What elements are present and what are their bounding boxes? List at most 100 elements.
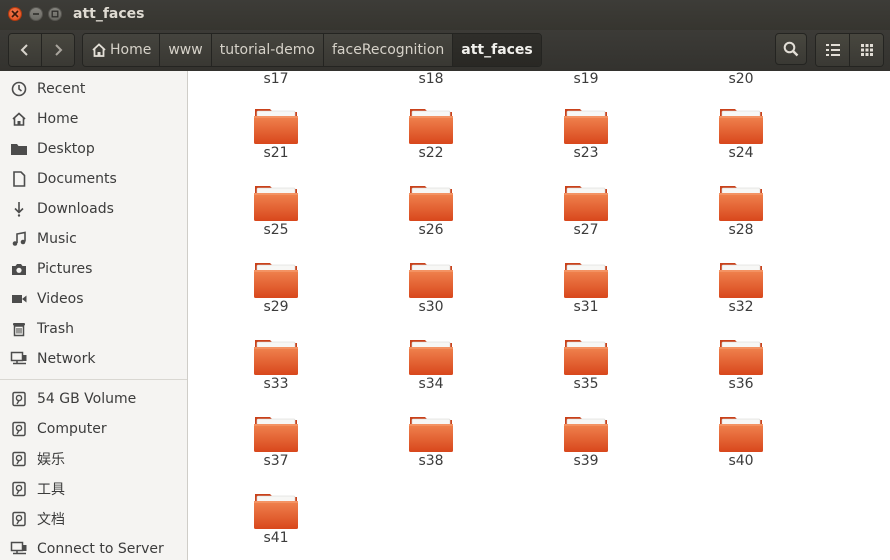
folder-item[interactable]: s21: [221, 105, 331, 180]
folder-item[interactable]: s32: [686, 259, 796, 334]
breadcrumb-tutorial-demo[interactable]: tutorial-demo: [210, 34, 323, 66]
folder-icon: [253, 336, 299, 376]
folder-item[interactable]: s39: [531, 413, 641, 488]
list-view-button[interactable]: [816, 34, 849, 66]
forward-button[interactable]: [41, 34, 74, 66]
folder-item[interactable]: s29: [221, 259, 331, 334]
breadcrumb-home[interactable]: Home: [83, 34, 160, 66]
minimize-window-button[interactable]: [29, 7, 43, 21]
sidebar-item-label: 文档: [37, 512, 65, 528]
document-icon: [10, 170, 28, 188]
folder-label-partial[interactable]: s20: [686, 71, 796, 87]
folder-item[interactable]: s41: [221, 490, 331, 560]
folder-label: s40: [728, 453, 754, 469]
sidebar-item-music[interactable]: Music: [0, 225, 187, 253]
sidebar-item-network[interactable]: Network: [0, 345, 187, 373]
folder-label: s24: [728, 145, 754, 161]
folder-label-partial[interactable]: s18: [376, 71, 486, 87]
sidebar-item-downloads[interactable]: Downloads: [0, 195, 187, 223]
folder-item[interactable]: s36: [686, 336, 796, 411]
sidebar-item-label: Network: [37, 351, 96, 367]
music-icon: [10, 230, 28, 248]
sidebar-item-home[interactable]: Home: [0, 105, 187, 133]
title-bar: att_faces: [0, 0, 890, 30]
sidebar-item-label: Documents: [37, 171, 117, 187]
grid-view-button[interactable]: [849, 34, 883, 66]
list-view-icon: [825, 44, 840, 56]
folder-icon: [718, 259, 764, 299]
drive-icon: [10, 390, 28, 408]
sidebar-item-label: Downloads: [37, 201, 114, 217]
folder-item[interactable]: s35: [531, 336, 641, 411]
sidebar-item-trash[interactable]: Trash: [0, 315, 187, 343]
sidebar-item-connect-to-server[interactable]: Connect to Server: [0, 535, 187, 560]
folder-item[interactable]: s23: [531, 105, 641, 180]
server-icon: [10, 540, 28, 558]
maximize-window-button[interactable]: [48, 7, 62, 21]
folder-icon: [718, 336, 764, 376]
sidebar-item-label: Recent: [37, 81, 86, 97]
folder-item[interactable]: s27: [531, 182, 641, 257]
folder-label: s28: [728, 222, 754, 238]
sidebar-item-recent[interactable]: Recent: [0, 75, 187, 103]
download-icon: [10, 200, 28, 218]
camera-icon: [10, 260, 28, 278]
folder-item[interactable]: s22: [376, 105, 486, 180]
file-view: s17 s18 s19 s20 s21 s22 s23 s24 s25 s26 …: [188, 71, 890, 560]
video-icon: [10, 290, 28, 308]
folder-label: s34: [418, 376, 444, 392]
clock-icon: [10, 80, 28, 98]
folder-label: s27: [573, 222, 599, 238]
folder-item[interactable]: s26: [376, 182, 486, 257]
drive-icon: [10, 450, 28, 468]
folder-icon: [563, 105, 609, 145]
search-button[interactable]: [775, 33, 807, 65]
folder-item[interactable]: s30: [376, 259, 486, 334]
sidebar-item-tools-volume[interactable]: 工具: [0, 475, 187, 503]
folder-label-partial[interactable]: s17: [221, 71, 331, 87]
folder-item[interactable]: s24: [686, 105, 796, 180]
sidebar-item-documents-volume[interactable]: 文档: [0, 505, 187, 533]
breadcrumb-www[interactable]: www: [159, 34, 211, 66]
folder-item[interactable]: s34: [376, 336, 486, 411]
folder-icon: [408, 259, 454, 299]
close-window-button[interactable]: [8, 7, 22, 21]
folder-label: s41: [263, 530, 289, 546]
folder-icon: [718, 182, 764, 222]
sidebar-item-entertainment-volume[interactable]: 娱乐: [0, 445, 187, 473]
sidebar-item-label: 工具: [37, 482, 65, 498]
folder-item[interactable]: s38: [376, 413, 486, 488]
grid-view-icon: [860, 44, 873, 56]
sidebar-item-documents[interactable]: Documents: [0, 165, 187, 193]
chevron-right-icon: [55, 44, 63, 56]
folder-item[interactable]: s25: [221, 182, 331, 257]
folder-label-partial[interactable]: s19: [531, 71, 641, 87]
folder-item[interactable]: s37: [221, 413, 331, 488]
folder-item[interactable]: s28: [686, 182, 796, 257]
sidebar-item-label: Trash: [37, 321, 74, 337]
folder-label: s22: [418, 145, 444, 161]
breadcrumb-att-faces[interactable]: att_faces: [452, 34, 541, 66]
back-button[interactable]: [9, 34, 41, 66]
folder-label: s21: [263, 145, 289, 161]
sidebar-item-label: Home: [37, 111, 79, 127]
folder-icon: [408, 413, 454, 453]
folder-item[interactable]: s40: [686, 413, 796, 488]
breadcrumb-facerecognition[interactable]: faceRecognition: [323, 34, 453, 66]
sidebar-item-videos[interactable]: Videos: [0, 285, 187, 313]
folder-label: s25: [263, 222, 289, 238]
folder-icon: [408, 182, 454, 222]
folder-icon: [563, 259, 609, 299]
folder-item[interactable]: s31: [531, 259, 641, 334]
sidebar-item-label: Pictures: [37, 261, 93, 277]
sidebar-item-computer[interactable]: Computer: [0, 415, 187, 443]
sidebar-item-pictures[interactable]: Pictures: [0, 255, 187, 283]
sidebar-item-desktop[interactable]: Desktop: [0, 135, 187, 163]
trash-icon: [10, 320, 28, 338]
folder-item[interactable]: s33: [221, 336, 331, 411]
sidebar-item-label: Connect to Server: [37, 541, 164, 557]
sidebar-item-54gb-volume[interactable]: 54 GB Volume: [0, 385, 187, 413]
drive-icon: [10, 420, 28, 438]
folder-label: s35: [573, 376, 599, 392]
folder-icon: [563, 413, 609, 453]
